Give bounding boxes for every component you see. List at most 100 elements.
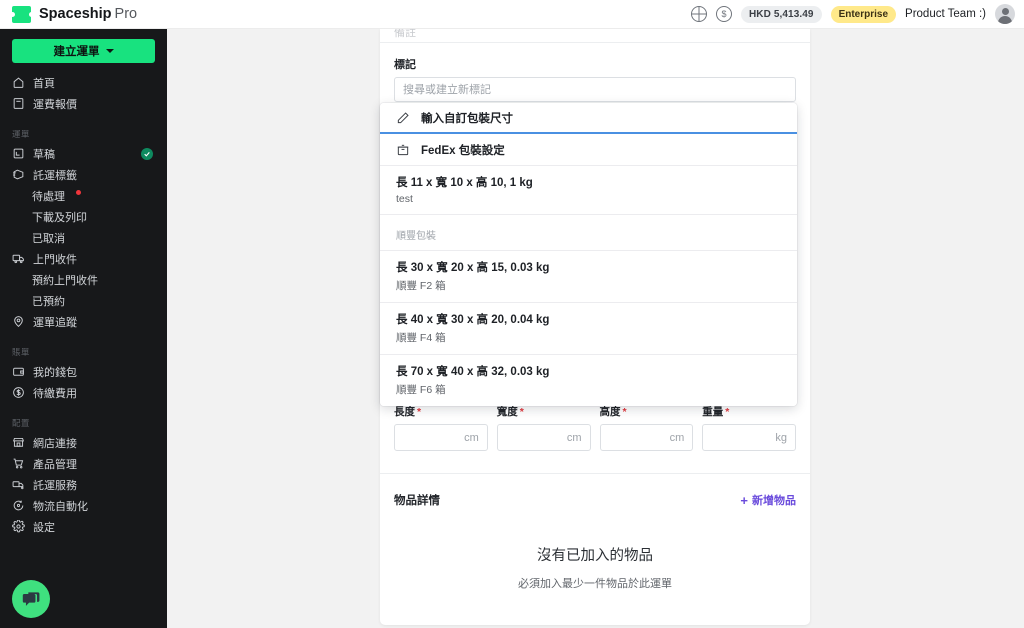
sidebar-item-label: 運費報價 <box>33 98 77 111</box>
dropdown-option[interactable]: 長 30 x 寬 20 x 高 15, 0.03 kg 順豐 F2 箱 <box>380 251 797 302</box>
label-tag-icon <box>12 168 25 181</box>
length-unit: cm <box>464 431 479 444</box>
brand-name: Spaceship Pro <box>39 6 137 22</box>
storefront-icon <box>12 436 25 449</box>
gear-icon <box>12 520 25 533</box>
sidebar-item-download-print[interactable]: 下載及列印 <box>0 206 167 227</box>
height-label: 高度 * <box>599 406 627 418</box>
option-title: 長 11 x 寬 10 x 高 10, 1 kg <box>396 177 533 189</box>
sidebar-item-shipping-label[interactable]: 託運標籤 <box>0 164 167 185</box>
user-name[interactable]: Product Team :) <box>905 8 986 20</box>
weight-label: 重量 * <box>702 406 730 418</box>
width-unit: cm <box>566 431 582 444</box>
wallet-icon <box>12 365 25 378</box>
dropdown-item-fedex-settings[interactable]: FedEx 包裝設定 <box>380 134 797 165</box>
option-subtitle: 順豐 F2 箱 <box>396 280 446 292</box>
sidebar-item-outstanding-fees[interactable]: 待繳費用 <box>0 382 167 403</box>
dropdown-option[interactable]: 長 70 x 寬 40 x 高 32, 0.03 kg 順豐 F6 箱 <box>380 355 797 406</box>
truck-icon <box>12 252 25 265</box>
sidebar-group-label-shipments: 運單 <box>12 129 30 139</box>
brand-name-bold: Spaceship <box>39 6 112 22</box>
required-marker: * <box>417 406 422 418</box>
sidebar-item-logistics-automation[interactable]: 物流自動化 <box>0 495 167 516</box>
sidebar-item-wallet[interactable]: 我的錢包 <box>0 361 167 382</box>
sidebar-item-label: 設定 <box>33 521 55 534</box>
sidebar-item-store-connect[interactable]: 網店連接 <box>0 432 167 453</box>
sidebar-item-label: 待處理 <box>32 190 65 203</box>
chat-bubble-icon[interactable] <box>12 580 50 618</box>
height-field: 高度 * cm <box>599 404 694 451</box>
sidebar-group-label-billing: 賬單 <box>12 347 30 357</box>
clipped-field-label: 備註 <box>394 29 416 39</box>
sidebar-group-label-config: 配置 <box>12 418 30 428</box>
add-item-button[interactable]: + 新增物品 <box>740 492 796 508</box>
sidebar-item-label: 產品管理 <box>33 458 77 471</box>
sidebar-item-book-pickup[interactable]: 預約上門收件 <box>0 269 167 290</box>
sidebar-item-label: 已預約 <box>32 295 65 308</box>
sidebar-item-booked[interactable]: 已預約 <box>0 290 167 311</box>
sidebar-item-product-management[interactable]: 產品管理 <box>0 453 167 474</box>
tag-search-input[interactable] <box>394 77 796 102</box>
required-marker: * <box>622 406 627 418</box>
avatar[interactable] <box>995 4 1015 24</box>
sidebar-item-label: 網店連接 <box>33 437 77 450</box>
width-field: 寬度 * cm <box>496 404 591 451</box>
empty-state-title: 沒有已加入的物品 <box>537 548 653 564</box>
brand-logo[interactable]: Spaceship Pro <box>0 5 137 23</box>
sidebar: 建立運單 首頁 運費報價 運單 草稿 託運標籤 待處理 下載及列印 已取消 上門… <box>0 29 167 628</box>
dropdown-item-custom-size[interactable]: 輸入自訂包裝尺寸 <box>380 103 797 132</box>
sidebar-item-pickup[interactable]: 上門收件 <box>0 248 167 269</box>
package-box-icon <box>396 143 410 157</box>
items-section-title: 物品詳情 <box>394 495 440 507</box>
sidebar-item-shipping-service[interactable]: 託運服務 <box>0 474 167 495</box>
sidebar-item-cancelled[interactable]: 已取消 <box>0 227 167 248</box>
weight-input[interactable]: kg <box>702 424 796 451</box>
sidebar-item-pending[interactable]: 待處理 <box>0 185 167 206</box>
length-input[interactable]: cm <box>394 424 488 451</box>
length-label: 長度 * <box>394 406 422 418</box>
dimensions-row: 長度 * cm 寬度 * cm 高度 * cm 重量 * kg <box>394 404 796 451</box>
app-root: Spaceship Pro $ HKD 5,413.49 Enterprise P… <box>0 0 1024 628</box>
top-bar-right: $ HKD 5,413.49 Enterprise Product Team :… <box>690 4 1024 24</box>
sidebar-item-label: 物流自動化 <box>33 500 88 513</box>
sidebar-item-tracking[interactable]: 運單追蹤 <box>0 311 167 332</box>
width-input[interactable]: cm <box>496 424 591 451</box>
draft-icon <box>12 147 25 160</box>
top-bar: Spaceship Pro $ HKD 5,413.49 Enterprise P… <box>0 0 1024 29</box>
sidebar-item-label: 預約上門收件 <box>32 274 98 287</box>
weight-unit: kg <box>775 431 787 444</box>
globe-icon[interactable] <box>690 6 707 22</box>
height-input[interactable]: cm <box>599 424 694 451</box>
dollar-circle-icon[interactable]: $ <box>715 6 732 22</box>
items-section-header: 物品詳情 + 新增物品 <box>394 492 796 508</box>
main-content: 備註 標記 輸入自訂包裝尺寸 長度* cm 寬 <box>167 29 1024 628</box>
dollar-circle-icon <box>12 386 25 399</box>
dropdown-option[interactable]: 長 11 x 寬 10 x 高 10, 1 kg test <box>380 166 797 214</box>
items-empty-state: 沒有已加入的物品 必須加入最少一件物品於此運單 <box>394 508 796 625</box>
notification-dot-icon <box>76 190 81 195</box>
sidebar-item-label: 首頁 <box>33 77 55 90</box>
sidebar-item-label: 已取消 <box>32 232 65 245</box>
dropdown-option[interactable]: 長 40 x 寬 30 x 高 20, 0.04 kg 順豐 F4 箱 <box>380 303 797 354</box>
sidebar-item-rate-quote[interactable]: 運費報價 <box>0 93 167 114</box>
plan-badge: Enterprise <box>830 5 897 23</box>
clipped-field-row: 備註 <box>380 29 810 42</box>
sidebar-item-draft[interactable]: 草稿 <box>0 143 167 164</box>
add-item-label: 新增物品 <box>752 495 796 507</box>
create-shipment-label: 建立運單 <box>53 46 100 58</box>
plus-icon: + <box>740 492 748 508</box>
sidebar-item-settings[interactable]: 設定 <box>0 516 167 537</box>
cart-icon <box>12 457 25 470</box>
sidebar-item-home[interactable]: 首頁 <box>0 72 167 93</box>
wallet-balance-badge[interactable]: HKD 5,413.49 <box>740 5 822 23</box>
option-subtitle: test <box>396 193 413 205</box>
check-circle-icon <box>141 147 153 160</box>
option-subtitle: 順豐 F4 箱 <box>396 332 446 344</box>
shipping-service-icon <box>12 478 25 491</box>
width-label: 寬度 * <box>496 406 524 418</box>
weight-field: 重量 * kg <box>702 404 796 451</box>
create-shipment-button[interactable]: 建立運單 <box>12 39 155 63</box>
automation-icon <box>12 499 25 512</box>
calculator-icon <box>12 97 25 110</box>
sidebar-item-label: 草稿 <box>33 148 55 161</box>
